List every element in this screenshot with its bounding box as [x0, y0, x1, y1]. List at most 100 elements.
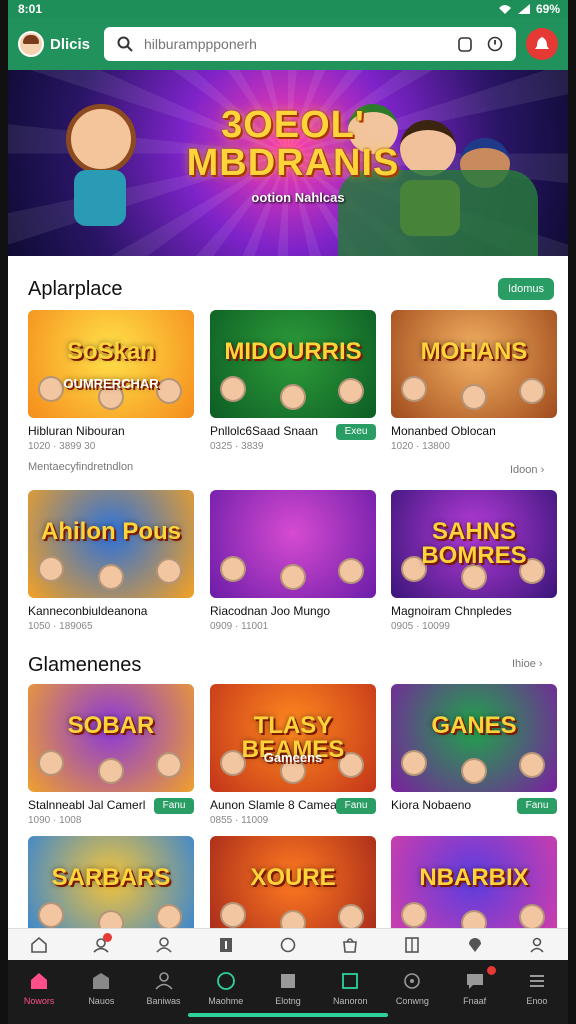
brand[interactable]: Dlicis [18, 29, 90, 59]
hero-title-line1: 3OEOL' [221, 104, 365, 146]
see-more-link-2[interactable]: Ihioe › [512, 658, 543, 670]
circle-icon [404, 973, 421, 989]
game-meta: 0325 · 3839 [210, 441, 264, 452]
character-figure [38, 556, 64, 582]
game-meta: 0905 · 10099 [391, 621, 450, 632]
nav-item-nowors[interactable]: Nowors [8, 960, 70, 1024]
see-more-label-2: Ihioe [512, 658, 536, 670]
game-card[interactable]: MOHANS Monanbed Oblocan 1020 · 13800 [391, 310, 557, 452]
nav-item-fnaaf[interactable]: Fnaaf [444, 960, 506, 1024]
store-icon [93, 973, 110, 989]
nav-item-enoo[interactable]: Enoo [506, 960, 568, 1024]
game-thumbnail[interactable]: SoSkan OUMRERCHAR [28, 310, 194, 418]
notification-badge [486, 966, 496, 975]
game-card[interactable]: GANES Kiora Nobaeno Fanu [391, 684, 557, 814]
book-icon [405, 936, 420, 953]
chart-icon [342, 973, 359, 989]
game-card[interactable]: Riacodnan Joo Mungo 0909 · 11001 [210, 490, 376, 632]
character-figure [519, 752, 545, 778]
hero-character-man [400, 120, 456, 176]
game-thumbnail[interactable]: TLASY BEAMES Gameens [210, 684, 376, 792]
game-thumbnail[interactable]: Ahilon Pous [28, 490, 194, 598]
timer-icon[interactable] [484, 33, 506, 55]
character-figure [338, 904, 364, 930]
character-figure [156, 752, 182, 778]
clipboard-icon[interactable] [454, 33, 476, 55]
thumbnail-title: XOURE [250, 864, 336, 891]
section-action-button[interactable]: Idomus [498, 278, 554, 300]
nav-label: Nanoron [332, 996, 368, 1006]
character-figure [156, 558, 182, 584]
game-thumbnail[interactable]: MIDOURRIS [210, 310, 376, 418]
secondary-tab-bar [8, 928, 568, 960]
nav-label: Nowors [23, 996, 55, 1006]
search-input[interactable] [144, 36, 446, 52]
person-icon [154, 972, 173, 990]
game-thumbnail[interactable]: GANES [391, 684, 557, 792]
game-thumbnail[interactable] [210, 490, 376, 598]
hero-banner[interactable]: 3OEOL' MBDRANIS ootion Nahlcas [8, 70, 568, 256]
game-thumbnail[interactable]: MOHANS [391, 310, 557, 418]
game-card[interactable]: SoSkan OUMRERCHAR Hibluran Nibouran 1020 · … [28, 310, 194, 452]
nav-label: Conwng [395, 996, 429, 1006]
notification-button[interactable] [526, 28, 558, 60]
character-figure [461, 758, 487, 784]
nav-item-nauos[interactable]: Nauos [70, 960, 132, 1024]
character-figure [38, 750, 64, 776]
hero-title-line2: MBDRANIS [186, 142, 400, 184]
thumbnail-title: SARBARS [51, 864, 171, 891]
game-thumbnail[interactable]: SOBAR [28, 684, 194, 792]
game-card[interactable]: SAHNS BOMRES Magnoiram Chnpledes 0905 · 10… [391, 490, 557, 632]
nav-label: Enoo [526, 996, 548, 1006]
thumbnail-subtitle: OUMRERCHAR [63, 376, 159, 391]
user-icon [155, 936, 172, 953]
see-more-label: Idoon [510, 464, 538, 476]
thumbnail-title: SOBAR [67, 712, 155, 739]
emoji-icon [280, 937, 296, 952]
game-title: Magnoiram Chnpledes [391, 604, 512, 618]
game-card[interactable]: Ahilon Pous Kanneconbiuldeanona 1050 · 189… [28, 490, 194, 632]
tab-profile[interactable] [506, 929, 568, 960]
brand-name: Dlicis [50, 35, 91, 53]
game-thumbnail[interactable]: SAHNS BOMRES [391, 490, 557, 598]
nav-item-conwng[interactable]: Conwng [381, 960, 443, 1024]
profile-icon [530, 937, 544, 953]
thumbnail-title: SAHNS BOMRES [421, 518, 527, 569]
character-figure [461, 384, 487, 410]
game-card[interactable]: SOBAR Stalnneabl Jal Camerl Fanu 1090 · 100… [28, 684, 194, 826]
game-meta: 1050 · 189065 [28, 621, 93, 632]
character-figure [338, 558, 364, 584]
home-icon [31, 973, 48, 989]
status-time: 8:01 [18, 2, 43, 16]
tab-info[interactable] [195, 929, 257, 960]
tab-user[interactable] [132, 929, 194, 960]
game-tag-button[interactable]: Fanu [517, 798, 557, 814]
thumbnail-title: NBARBIX [419, 864, 529, 891]
game-tag-button[interactable]: Exeu [336, 424, 376, 440]
nav-label: Baniwas [146, 996, 181, 1006]
tab-emoji[interactable] [257, 929, 319, 960]
game-card[interactable]: MIDOURRIS Pnllolc6Saad Snaan Exeu 0325 · 38… [210, 310, 376, 452]
tab-book[interactable] [381, 929, 443, 960]
home-indicator[interactable] [188, 1013, 388, 1017]
box-icon [280, 974, 295, 988]
battery-level: 69% [535, 2, 560, 16]
tab-gift[interactable] [70, 929, 132, 960]
nav-label: Maohme [208, 996, 244, 1006]
tab-home[interactable] [8, 929, 70, 960]
section-title-1: Aplarplace [28, 278, 123, 300]
game-meta: 1090 · 1008 [28, 815, 82, 826]
character-figure [519, 904, 545, 930]
see-more-link[interactable]: Idoon › [510, 464, 544, 476]
search-bar[interactable] [104, 27, 516, 61]
pin-icon [468, 937, 481, 952]
game-title: Kanneconbiuldeanona [28, 604, 148, 618]
game-tag-button[interactable]: Fanu [336, 798, 376, 814]
nav-item-baniwas[interactable]: Baniwas [132, 960, 194, 1024]
game-tag-button[interactable]: Fanu [154, 798, 194, 814]
game-card[interactable]: TLASY BEAMES Gameens Aunon Slamle 8 Camean… [210, 684, 376, 826]
tab-bag[interactable] [319, 929, 381, 960]
tab-pin[interactable] [444, 929, 506, 960]
game-meta: 0909 · 11001 [210, 621, 269, 632]
section-note: Mentaecyfindretndlon [28, 461, 134, 473]
